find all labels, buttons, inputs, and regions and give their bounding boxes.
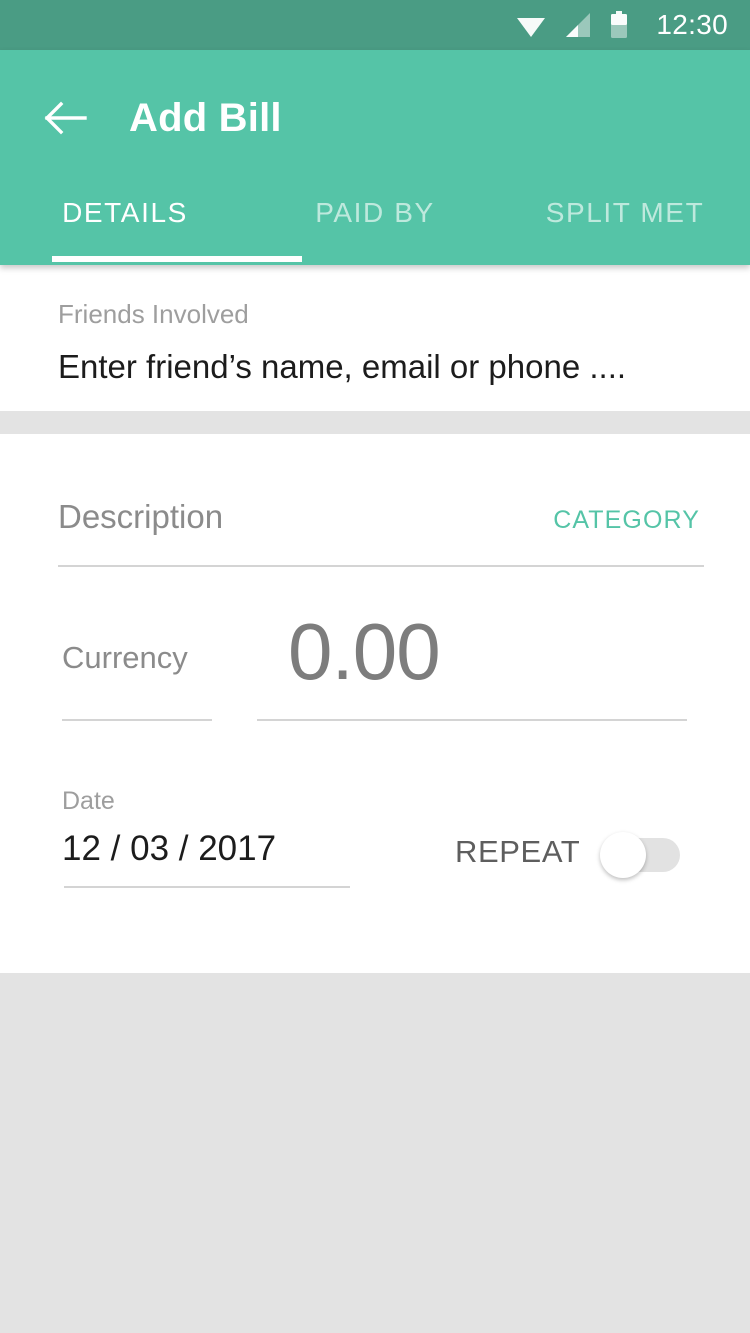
date-underline [64,886,350,888]
amount-input[interactable]: 0.00 [288,612,441,692]
friends-involved-label: Friends Involved [58,299,249,329]
description-underline [58,565,704,567]
status-bar: 12:30 [0,0,750,50]
status-bar-clock: 12:30 [656,9,728,40]
battery-icon [610,11,628,39]
active-tab-indicator [52,256,302,262]
tab-details[interactable]: DETAILS [0,185,250,229]
status-bar-icons: 12:30 [516,11,728,39]
friends-involved-input[interactable]: Enter friend’s name, email or phone .... [58,348,750,385]
empty-bottom-area [0,973,750,1333]
currency-input[interactable]: Currency [62,642,188,673]
date-input[interactable]: 12 / 03 / 2017 [62,831,276,866]
app-bar: Add Bill DETAILS PAID BY SPLIT MET [0,50,750,265]
repeat-label: REPEAT [455,834,581,869]
back-button[interactable] [40,92,92,144]
bill-details-section: Description CATEGORY Currency 0.00 Date … [0,434,750,973]
repeat-toggle-thumb [600,832,646,878]
category-button[interactable]: CATEGORY [553,508,700,533]
description-input[interactable]: Description [58,500,223,533]
wifi-icon [516,12,546,38]
currency-underline [62,719,212,721]
friends-involved-section: Friends Involved Enter friend’s name, em… [0,265,750,411]
back-arrow-icon [43,98,89,138]
date-label: Date [62,787,115,815]
signal-icon [564,12,592,38]
tab-paid-by[interactable]: PAID BY [250,185,500,229]
amount-underline [257,719,687,721]
page-title: Add Bill [129,95,282,140]
tab-split-method[interactable]: SPLIT MET [500,185,750,229]
description-row: Description CATEGORY [58,500,700,533]
section-divider [0,411,750,434]
repeat-toggle[interactable] [600,832,680,878]
tab-bar: DETAILS PAID BY SPLIT MET [0,185,750,265]
app-bar-top-row: Add Bill [0,50,750,185]
